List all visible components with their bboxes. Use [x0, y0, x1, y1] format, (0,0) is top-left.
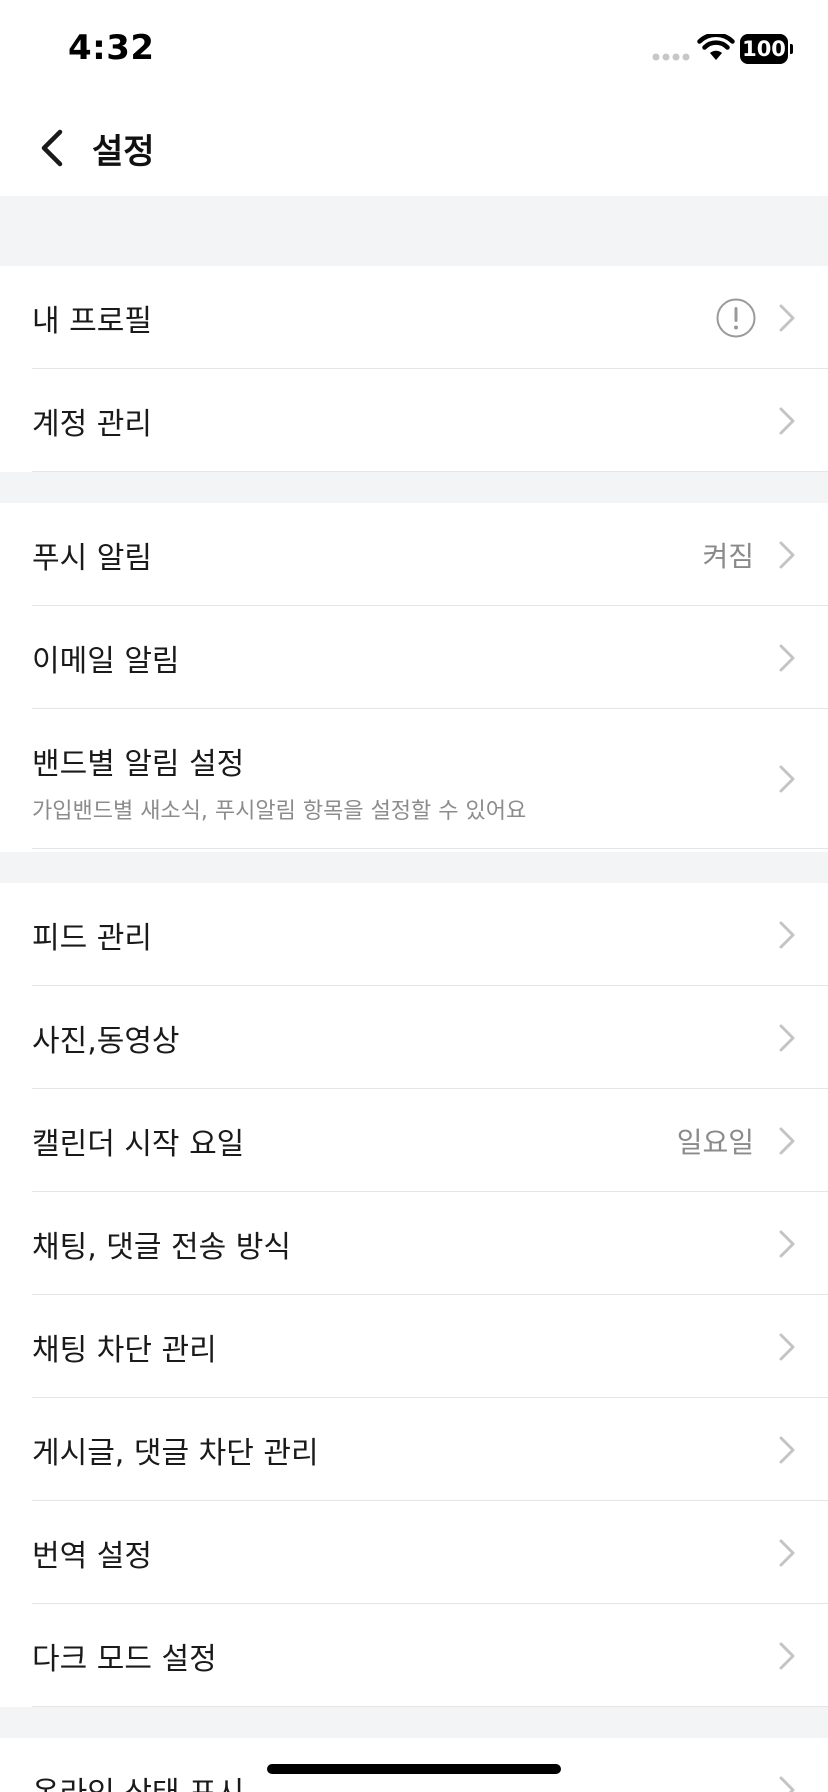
- chevron-right-icon: [779, 541, 795, 568]
- settings-section-notifications: 푸시 알림 켜짐 이메일 알림 밴드별 알림 설정 가입밴드별 새소식, 푸시알…: [0, 503, 828, 849]
- page-title: 설정: [92, 132, 155, 172]
- section-gap: [0, 196, 828, 266]
- back-button[interactable]: [30, 118, 80, 178]
- menu-item-band-notification-settings[interactable]: 밴드별 알림 설정 가입밴드별 새소식, 푸시알림 항목을 설정할 수 있어요: [0, 709, 828, 849]
- chevron-right-icon: [779, 1436, 795, 1463]
- menu-item-photos-videos[interactable]: 사진,동영상: [0, 986, 828, 1089]
- nav-bar: 설정: [0, 100, 828, 196]
- chevron-right-icon: [779, 644, 795, 671]
- chevron-right-icon: [779, 1127, 795, 1154]
- status-bar: 4:32 100: [0, 0, 828, 100]
- menu-item-label: 번역 설정: [32, 1538, 152, 1574]
- menu-item-label: 이메일 알림: [32, 643, 180, 679]
- section-gap: [0, 1707, 828, 1738]
- menu-item-subtitle: 가입밴드별 새소식, 푸시알림 항목을 설정할 수 있어요: [32, 799, 527, 824]
- status-time: 4:32: [68, 28, 155, 68]
- menu-item-my-profile[interactable]: 내 프로필: [0, 266, 828, 369]
- menu-item-label: 사진,동영상: [32, 1023, 180, 1059]
- menu-item-label: 밴드별 알림 설정: [32, 747, 245, 782]
- menu-item-chat-block-management[interactable]: 채팅 차단 관리: [0, 1295, 828, 1398]
- chevron-right-icon: [779, 304, 795, 331]
- chevron-right-icon: [779, 1642, 795, 1669]
- menu-item-label: 피드 관리: [32, 920, 152, 956]
- menu-item-feed-management[interactable]: 피드 관리: [0, 883, 828, 986]
- cellular-signal-icon: [652, 53, 690, 61]
- wifi-icon: [697, 34, 735, 60]
- menu-item-label: 내 프로필: [32, 303, 152, 339]
- menu-item-label: 계정 관리: [32, 406, 152, 442]
- section-gap: [0, 472, 828, 503]
- chevron-right-icon: [779, 407, 795, 434]
- menu-item-label: 다크 모드 설정: [32, 1641, 217, 1677]
- menu-item-label: 캘린더 시작 요일: [32, 1126, 245, 1162]
- chevron-right-icon: [779, 1539, 795, 1566]
- menu-item-dark-mode-settings[interactable]: 다크 모드 설정: [0, 1604, 828, 1707]
- section-gap: [0, 852, 828, 883]
- menu-item-label: 푸시 알림: [32, 540, 152, 576]
- battery-level: 100: [740, 34, 788, 64]
- settings-section-general: 피드 관리 사진,동영상 캘린더 시작 요일 일요일 채팅, 댓글 전송 방식 …: [0, 883, 828, 1707]
- menu-item-value: 켜짐: [702, 539, 754, 573]
- menu-item-translation-settings[interactable]: 번역 설정: [0, 1501, 828, 1604]
- menu-item-calendar-start-day[interactable]: 캘린더 시작 요일 일요일: [0, 1089, 828, 1192]
- menu-item-label: 온라인 상태 표시: [32, 1768, 244, 1792]
- chevron-right-icon: [779, 1776, 795, 1792]
- alert-icon: [716, 298, 756, 337]
- home-indicator[interactable]: [267, 1764, 561, 1774]
- chevron-right-icon: [779, 1024, 795, 1051]
- menu-item-post-comment-block-management[interactable]: 게시글, 댓글 차단 관리: [0, 1398, 828, 1501]
- chevron-right-icon: [779, 921, 795, 948]
- menu-item-push-notifications[interactable]: 푸시 알림 켜짐: [0, 503, 828, 606]
- divider: [32, 848, 828, 849]
- chevron-right-icon: [779, 765, 795, 793]
- battery-icon: 100: [740, 34, 794, 64]
- menu-item-label: 게시글, 댓글 차단 관리: [32, 1435, 319, 1471]
- menu-item-label: 채팅 차단 관리: [32, 1332, 217, 1368]
- chevron-right-icon: [779, 1230, 795, 1257]
- settings-section-account: 내 프로필 계정 관리: [0, 266, 828, 472]
- menu-item-account-management[interactable]: 계정 관리: [0, 369, 828, 472]
- menu-item-email-notifications[interactable]: 이메일 알림: [0, 606, 828, 709]
- chevron-right-icon: [779, 1333, 795, 1360]
- menu-item-chat-comment-send-method[interactable]: 채팅, 댓글 전송 방식: [0, 1192, 828, 1295]
- menu-item-value: 일요일: [676, 1125, 754, 1159]
- menu-item-label: 채팅, 댓글 전송 방식: [32, 1229, 291, 1265]
